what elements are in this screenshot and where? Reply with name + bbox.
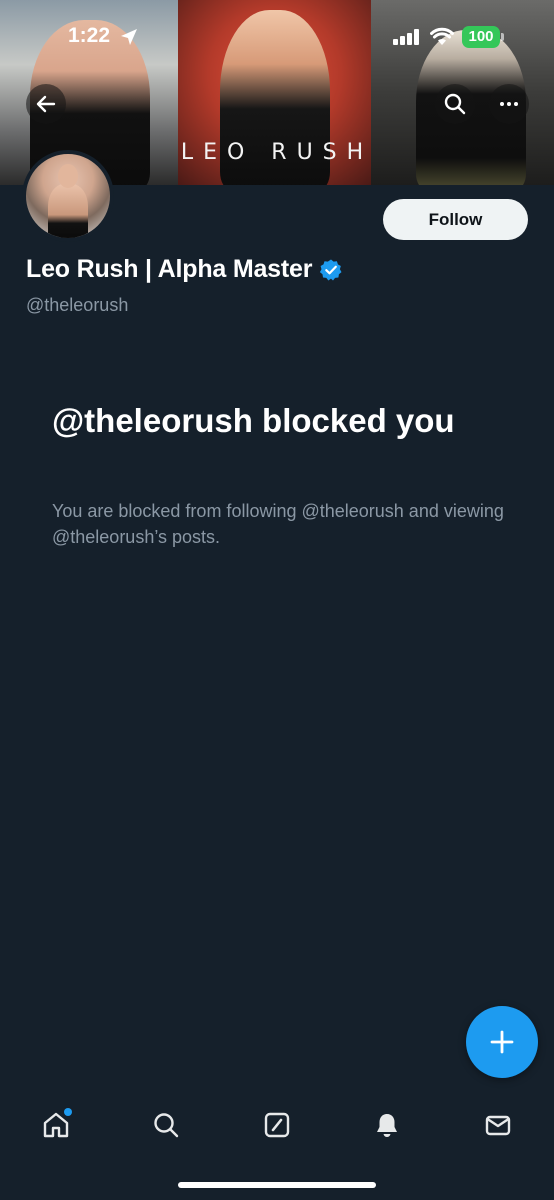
display-name-row: Leo Rush | Alpha Master — [26, 255, 343, 284]
nav-compose[interactable] — [257, 1105, 297, 1145]
bell-icon — [377, 1114, 397, 1137]
blocked-title: @theleorush blocked you — [52, 402, 455, 439]
battery-level: 100 — [462, 26, 500, 48]
status-time: 1:22 — [68, 24, 111, 47]
nav-messages[interactable] — [478, 1105, 518, 1145]
back-button[interactable] — [26, 84, 66, 124]
profile-handle: @theleorush — [26, 295, 129, 315]
display-name: Leo Rush | Alpha Master — [26, 255, 313, 283]
mail-icon — [485, 1115, 511, 1136]
plus-icon — [490, 1030, 514, 1054]
blocked-description: You are blocked from following @theleoru… — [52, 501, 504, 547]
nav-home[interactable] — [36, 1105, 76, 1145]
search-icon — [444, 93, 466, 115]
more-button[interactable] — [489, 84, 529, 124]
wifi-icon — [430, 27, 454, 45]
compose-icon — [264, 1112, 290, 1138]
signal-icon — [393, 29, 419, 45]
bottom-nav — [0, 1095, 554, 1155]
home-indicator[interactable] — [178, 1182, 376, 1188]
home-notification-dot — [64, 1108, 72, 1116]
location-arrow-icon — [121, 29, 137, 45]
back-arrow-icon — [36, 95, 56, 113]
nav-notifications[interactable] — [367, 1105, 407, 1145]
search-icon — [154, 1113, 179, 1138]
battery-icon: 100 — [462, 26, 504, 48]
follow-button[interactable]: Follow — [383, 199, 528, 240]
verified-badge-icon[interactable] — [319, 258, 343, 282]
new-post-button[interactable] — [466, 1006, 538, 1078]
more-icon — [500, 102, 518, 106]
avatar[interactable] — [22, 150, 114, 242]
nav-search[interactable] — [146, 1105, 186, 1145]
search-button[interactable] — [435, 84, 475, 124]
